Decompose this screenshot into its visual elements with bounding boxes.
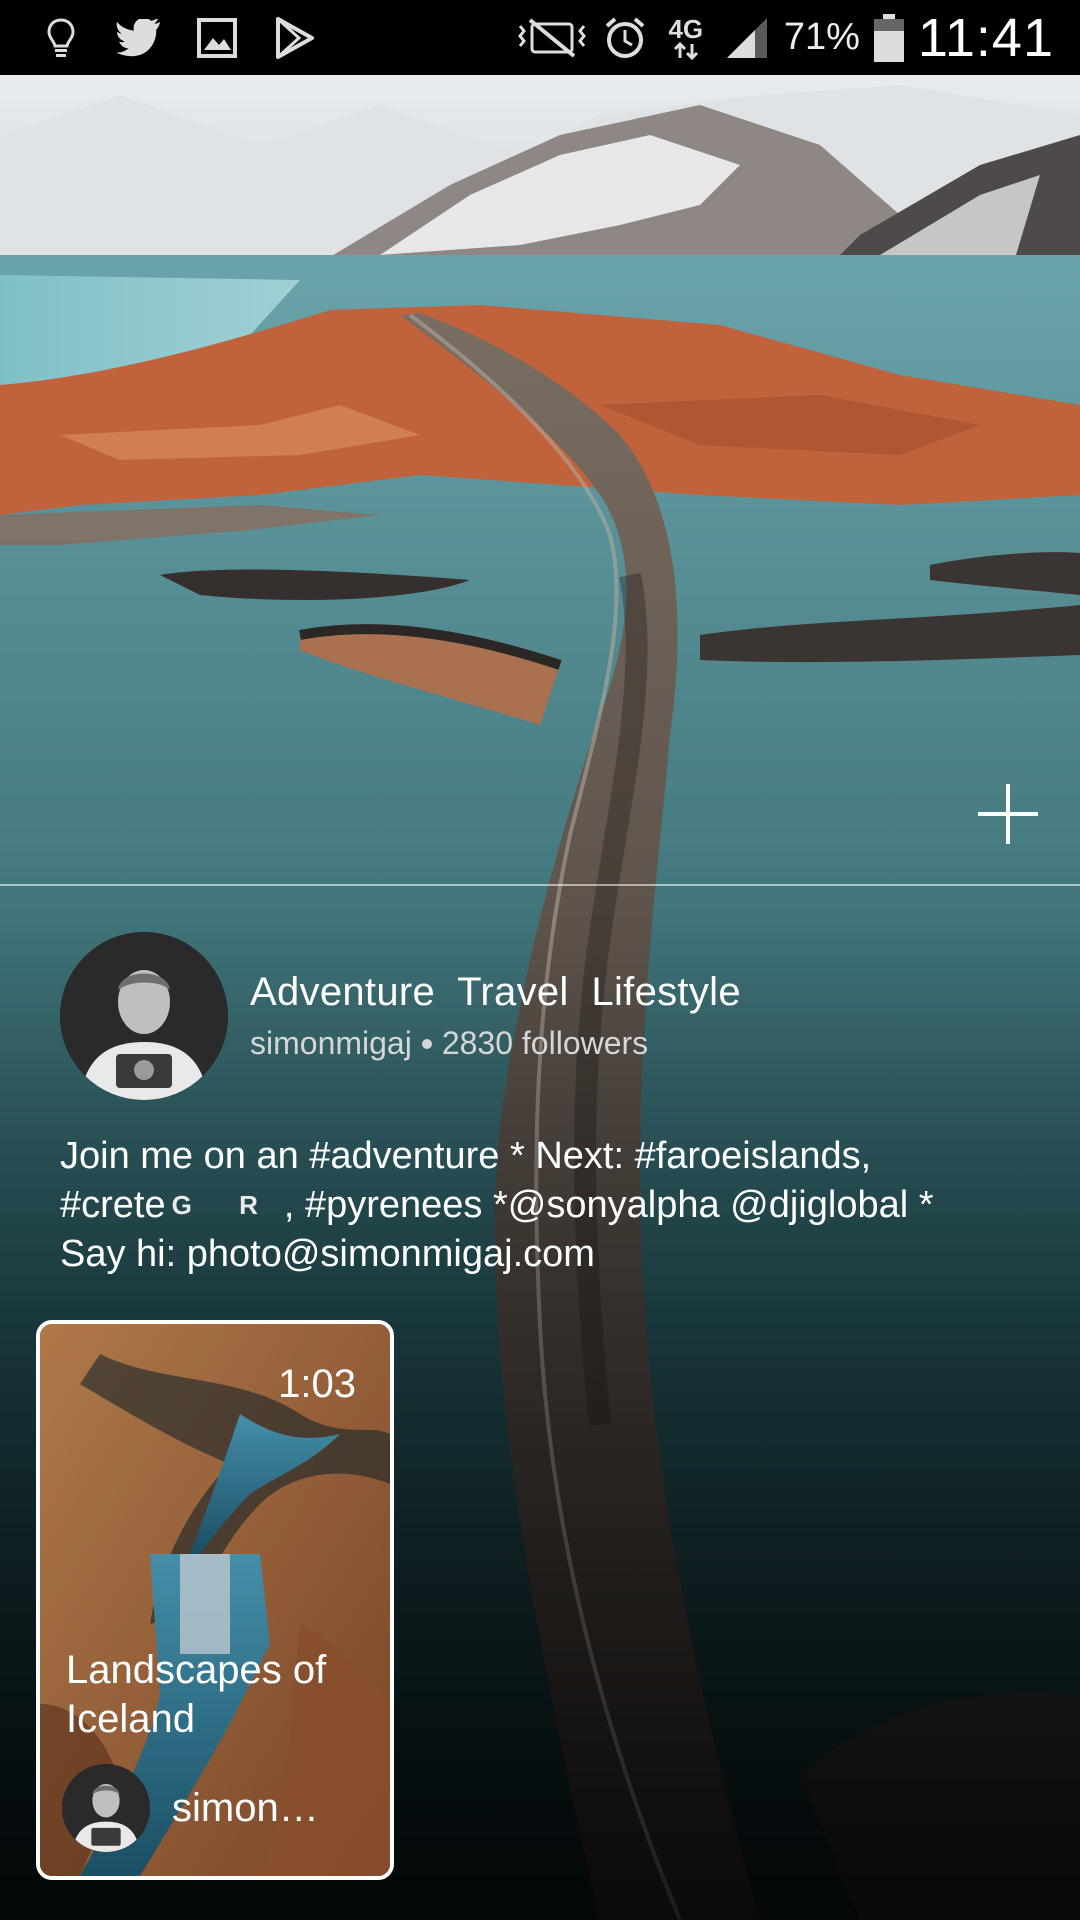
- bio-text: , #pyrenees *@sonyalpha @djiglobal *: [283, 1184, 934, 1226]
- app-screen: 4G 71% 11:41 Adventure Travel Lifestyle …: [0, 0, 1080, 1920]
- avatar[interactable]: [60, 932, 228, 1100]
- play-store-icon: [272, 15, 318, 61]
- story-card[interactable]: 1:03 Landscapes of Iceland simon…: [36, 1320, 394, 1880]
- signal-icon: [724, 15, 770, 61]
- battery-percent: 71%: [783, 16, 860, 58]
- profile-title: Adventure Travel Lifestyle: [250, 970, 741, 1014]
- bio-line: Say hi: photo@simonmigaj.com: [60, 1233, 595, 1275]
- bio-hashtag[interactable]: #crete: [60, 1184, 166, 1226]
- profile-meta: simonmigaj 2830 followers: [250, 1025, 741, 1062]
- profile-header[interactable]: Adventure Travel Lifestyle simonmigaj 28…: [60, 932, 741, 1100]
- gallery-icon: [194, 15, 240, 61]
- greece-flag-icon: G R: [171, 1190, 278, 1220]
- lightbulb-icon: [38, 15, 84, 61]
- profile-info: Adventure Travel Lifestyle simonmigaj 28…: [250, 970, 741, 1062]
- profile-username[interactable]: simonmigaj: [250, 1025, 412, 1062]
- story-duration: 1:03: [278, 1362, 356, 1406]
- twitter-icon: [116, 15, 162, 61]
- status-notifications: [38, 15, 318, 61]
- story-author-name: simon…: [172, 1785, 319, 1830]
- cover-divider: [0, 884, 1080, 886]
- profile-followers: 2830 followers: [441, 1025, 649, 1061]
- status-system: 4G 71% 11:41: [516, 7, 1054, 69]
- battery-icon: [873, 13, 904, 62]
- bio-line: Join me on an #adventure * Next: #faroei…: [60, 1135, 872, 1177]
- alarm-icon: [602, 15, 648, 61]
- story-title: Landscapes of Iceland: [66, 1648, 327, 1741]
- vibrate-mute-icon: [516, 15, 588, 61]
- network-label: 4G: [668, 13, 704, 44]
- network-4g-icon: 4G: [662, 15, 710, 61]
- separator-dot: [421, 1038, 432, 1049]
- status-bar: 4G 71% 11:41: [0, 0, 1080, 75]
- clock: 11:41: [917, 7, 1054, 68]
- follow-plus-button[interactable]: [976, 782, 1040, 846]
- profile-bio: Join me on an #adventure * Next: #faroei…: [60, 1132, 1040, 1279]
- bio-line: #crete G R, #pyrenees *@sonyalpha @djiglo…: [60, 1181, 1040, 1230]
- story-author: simon…: [62, 1764, 332, 1852]
- avatar: [62, 1764, 150, 1852]
